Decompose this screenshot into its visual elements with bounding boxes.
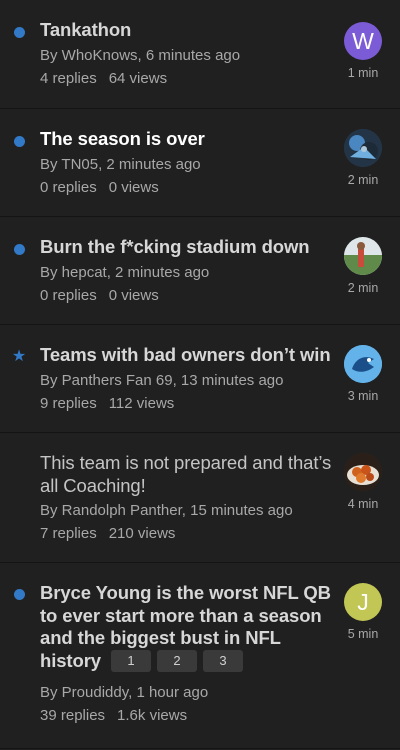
thread-row[interactable]: Bryce Young is the worst NFL QB to ever … [0, 563, 400, 749]
thread-title[interactable]: This team is not prepared and that’s all… [40, 452, 335, 497]
unread-dot-icon [13, 588, 25, 600]
last-activity-time: 3 min [347, 389, 379, 403]
page-link-3[interactable]: 3 [202, 649, 243, 672]
thread-author-line: By hepcat, 2 minutes ago [40, 263, 210, 281]
thread-title[interactable]: Tankathon [40, 19, 335, 42]
last-activity-time: 1 min [347, 66, 379, 80]
reply-count: 7 replies [40, 525, 97, 542]
thread-row[interactable]: Burn the f*cking stadium down By hepcat,… [0, 217, 400, 325]
star-icon: ★ [11, 348, 27, 365]
view-count: 64 views [108, 69, 168, 87]
unread-dot-icon [13, 135, 25, 147]
thread-row[interactable]: This team is not prepared and that’s all… [0, 433, 400, 563]
view-count: 210 views [108, 525, 176, 542]
thread-title[interactable]: Burn the f*cking stadium down [40, 236, 335, 259]
view-count: 112 views [108, 394, 175, 412]
thread-title[interactable]: Bryce Young is the worst NFL QB to ever … [40, 582, 335, 672]
thread-stats: 4 replies 64 views [40, 70, 335, 88]
thread-row[interactable]: Tankathon By WhoKnows, 6 minutes ago 4 r… [0, 0, 400, 109]
thread-stats: 39 replies 1.6k views [40, 707, 335, 725]
unread-dot-icon [13, 26, 25, 38]
last-activity-time: 4 min [347, 497, 379, 511]
reply-count: 39 replies [40, 707, 106, 724]
thread-row[interactable]: ★ Teams with bad owners don’t win By Pan… [0, 325, 400, 433]
thread-stats: 9 replies 112 views [40, 395, 335, 413]
last-activity-time: 2 min [347, 281, 379, 295]
thread-author-line: By Randolph Panther, 15 minutes ago [40, 502, 293, 519]
thread-author-line: By Proudiddy, 1 hour ago [40, 684, 209, 701]
thread-stats: 0 replies 0 views [40, 179, 335, 197]
thread-author-line: By WhoKnows, 6 minutes ago [40, 46, 241, 64]
user-avatar[interactable]: J [344, 583, 382, 621]
view-count: 0 views [108, 178, 159, 196]
thread-stats: 0 replies 0 views [40, 287, 335, 305]
food-avatar-icon[interactable] [344, 453, 382, 491]
last-activity-time: 2 min [347, 173, 379, 187]
bird-avatar-icon[interactable] [344, 345, 382, 383]
thread-list: Tankathon By WhoKnows, 6 minutes ago 4 r… [0, 0, 400, 749]
thread-row[interactable]: The season is over By TN05, 2 minutes ag… [0, 109, 400, 217]
reply-count: 0 replies [40, 178, 97, 196]
thread-stats: 7 replies 210 views [40, 525, 335, 543]
thread-title[interactable]: Teams with bad owners don’t win [40, 344, 335, 367]
thread-title[interactable]: The season is over [40, 128, 335, 151]
photo-avatar-icon[interactable] [344, 237, 382, 275]
user-avatar[interactable]: W [344, 22, 382, 60]
page-link-1[interactable]: 1 [110, 649, 151, 672]
reply-count: 0 replies [40, 286, 97, 304]
page-link-2[interactable]: 2 [156, 649, 197, 672]
reply-count: 9 replies [40, 394, 97, 412]
view-count: 1.6k views [117, 707, 188, 724]
view-count: 0 views [108, 286, 159, 304]
unread-dot-icon [13, 243, 25, 255]
thread-author-line: By TN05, 2 minutes ago [40, 155, 201, 173]
last-activity-time: 5 min [347, 627, 379, 641]
page-links: 123 [110, 649, 243, 672]
photo-avatar-icon[interactable] [344, 129, 382, 167]
reply-count: 4 replies [40, 69, 97, 87]
thread-author-line: By Panthers Fan 69, 13 minutes ago [40, 371, 284, 389]
